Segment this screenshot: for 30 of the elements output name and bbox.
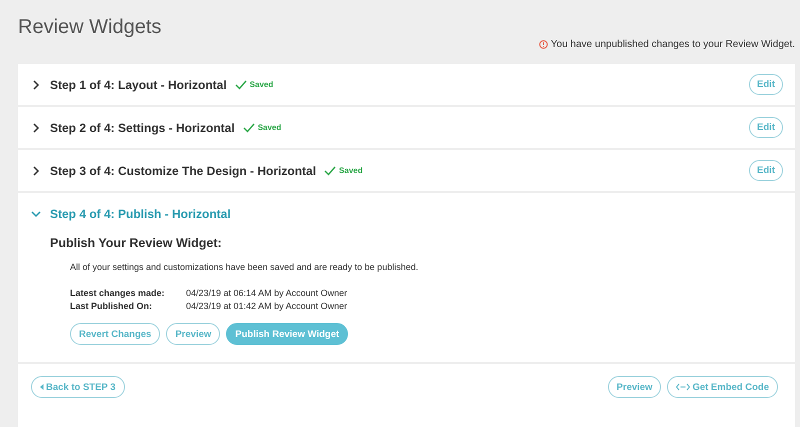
code-icon	[676, 383, 690, 391]
step-title[interactable]: Step 2 of 4: Settings - Horizontal	[50, 120, 235, 134]
page-title: Review Widgets	[18, 16, 162, 40]
embed-code-button[interactable]: Get Embed Code	[667, 376, 778, 398]
step-title[interactable]: Step 3 of 4: Customize The Design - Horizontal	[50, 164, 316, 178]
step-title[interactable]: Step 1 of 4: Layout - Horizontal	[50, 78, 227, 92]
step-title[interactable]: Step 4 of 4: Publish - Horizontal	[50, 206, 231, 220]
edit-button[interactable]: Edit	[749, 74, 783, 95]
action-button[interactable]: Preview	[166, 323, 220, 345]
warning-text: You have unpublished changes to your Review Widget.	[550, 38, 795, 50]
publish-heading: Publish Your Review Widget:	[50, 236, 223, 250]
saved-status: Saved	[250, 80, 274, 89]
action-button[interactable]: Publish Review Widget	[226, 323, 348, 345]
back-button[interactable]: Back to STEP 3	[31, 376, 125, 398]
publish-message: All of your settings and customizations have been saved and are ready to be published.	[70, 262, 420, 272]
detail-label: Last Published On:	[70, 301, 154, 311]
edit-button[interactable]: Edit	[749, 117, 783, 138]
detail-value: 04/23/19 at 06:14 AM by Account Owner	[186, 288, 348, 298]
detail-label: Latest changes made:	[70, 288, 166, 298]
alert-icon	[538, 40, 548, 48]
chevron-icon[interactable]	[31, 80, 41, 90]
action-button[interactable]: Revert Changes	[70, 323, 160, 345]
saved-status: Saved	[258, 123, 282, 132]
chevron-icon[interactable]	[31, 166, 41, 176]
caret-icon	[40, 384, 44, 390]
preview-button[interactable]: Preview	[608, 376, 662, 398]
edit-button[interactable]: Edit	[749, 160, 783, 181]
saved-status: Saved	[339, 166, 363, 175]
detail-value: 04/23/19 at 01:42 AM by Account Owner	[186, 301, 348, 311]
chevron-icon[interactable]	[31, 122, 41, 132]
